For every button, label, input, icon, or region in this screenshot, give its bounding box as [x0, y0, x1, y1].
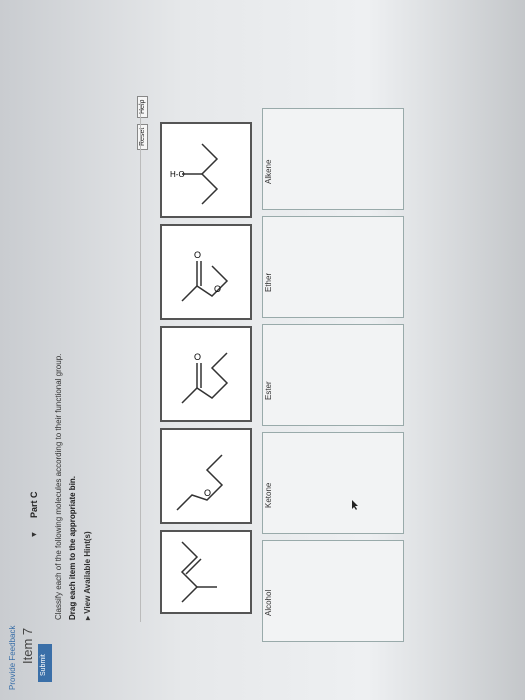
svg-text:O: O	[204, 488, 211, 498]
bin-ketone[interactable]	[262, 432, 404, 534]
panel-divider	[140, 102, 141, 622]
alcohol-structure: H-O	[170, 143, 219, 205]
instructions-bold: Drag each item to the appropriate bin.	[68, 475, 77, 620]
reset-button[interactable]: Reset	[137, 123, 148, 150]
molecule-card-alkene[interactable]	[160, 530, 252, 614]
ester-structure: O O	[181, 250, 229, 302]
mouse-cursor-icon	[352, 500, 358, 510]
instructions-text: Classify each of the following molecules…	[54, 353, 63, 620]
submit-button[interactable]: Submit	[38, 644, 52, 682]
bin-alkene[interactable]	[262, 108, 404, 210]
svg-text:O: O	[194, 352, 201, 362]
bin-ketone-label: Ketone	[264, 482, 273, 508]
item-title: Item 7	[20, 627, 35, 664]
provide-feedback-link[interactable]: Provide Feedback	[8, 626, 17, 690]
triangle-down-icon[interactable]: ▼	[29, 531, 38, 539]
bin-ester-label: Ester	[264, 381, 273, 400]
bin-alcohol[interactable]	[262, 540, 404, 642]
alkene-structure	[180, 541, 217, 603]
bin-alcohol-label: Alcohol	[264, 589, 273, 616]
alcohol-label: H-O	[170, 170, 185, 179]
help-button[interactable]: Help	[137, 95, 148, 118]
molecule-card-alcohol[interactable]: H-O	[160, 122, 252, 218]
svg-text:O: O	[194, 250, 201, 260]
view-hint-label[interactable]: View Available Hint(s)	[83, 531, 92, 613]
view-hint-link[interactable]: ▸ View Available Hint(s)	[83, 531, 92, 620]
bin-ether[interactable]	[262, 216, 404, 318]
part-title[interactable]: Part C	[29, 491, 39, 518]
molecule-card-ether[interactable]: O	[160, 428, 252, 524]
molecule-card-ketone[interactable]: O	[160, 326, 252, 422]
ketone-structure: O	[181, 352, 229, 404]
submit-label: Submit	[40, 654, 47, 676]
bin-alkene-label: Alkene	[264, 159, 273, 184]
molecule-card-ester[interactable]: O O	[160, 224, 252, 320]
ether-structure: O	[176, 454, 224, 511]
svg-text:O: O	[214, 284, 221, 294]
bin-ether-label: Ether	[264, 272, 273, 292]
bin-ester[interactable]	[262, 324, 404, 426]
